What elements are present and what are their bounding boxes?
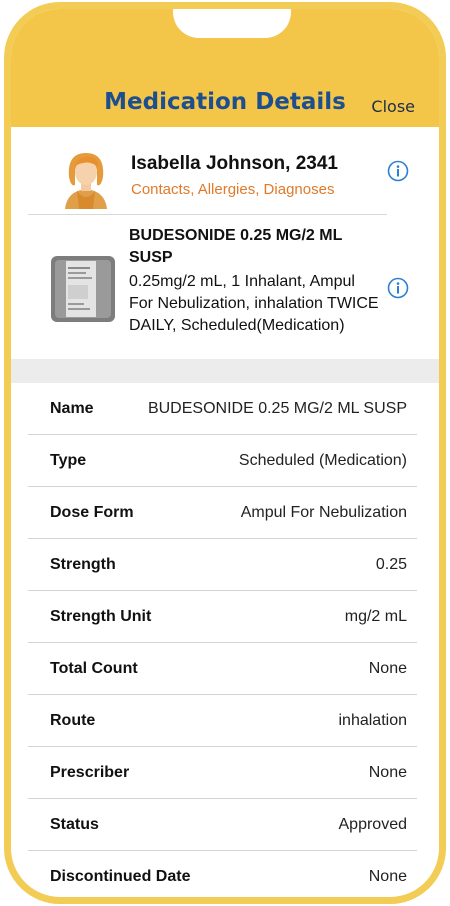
detail-row: Discontinued Date None <box>28 851 417 897</box>
detail-value: Scheduled (Medication) <box>238 451 407 469</box>
detail-label: Strength Unit <box>50 607 152 625</box>
medication-row[interactable]: BUDESONIDE 0.25 MG/2 ML SUSP 0.25mg/2 mL… <box>11 215 439 361</box>
patient-name: Isabella Johnson, 2341 <box>131 153 338 174</box>
details-list: Name BUDESONIDE 0.25 MG/2 ML SUSP Type Sche… <box>28 383 417 897</box>
detail-label: Type <box>50 451 87 469</box>
detail-row: Type Scheduled (Medication) <box>28 435 417 487</box>
detail-value: None <box>368 659 407 677</box>
phone-frame: Medication Details Close Isabella Johnso… <box>4 2 446 904</box>
close-button[interactable]: Close <box>371 97 415 116</box>
detail-value: inhalation <box>338 711 408 729</box>
patient-links[interactable]: Contacts, Allergies, Diagnoses <box>131 181 334 198</box>
detail-value: None <box>368 868 407 885</box>
detail-value: mg/2 mL <box>344 607 407 625</box>
detail-row: Strength 0.25 <box>28 539 417 591</box>
detail-row: Dose Form Ampul For Nebulization <box>28 487 417 539</box>
patient-info-icon[interactable] <box>387 160 409 182</box>
detail-value: BUDESONIDE 0.25 MG/2 ML SUSP <box>147 399 407 417</box>
detail-row: Prescriber None <box>28 747 417 799</box>
detail-value: Approved <box>338 815 408 833</box>
device-notch <box>173 9 291 38</box>
detail-value: 0.25 <box>375 555 407 573</box>
detail-label: Prescriber <box>50 763 130 781</box>
detail-row: Total Count None <box>28 643 417 695</box>
female-avatar-icon <box>65 153 107 209</box>
detail-label: Name <box>50 399 94 417</box>
detail-label: Status <box>50 815 99 833</box>
medication-title: BUDESONIDE 0.25 MG/2 ML SUSP <box>129 227 343 266</box>
detail-row: Name BUDESONIDE 0.25 MG/2 ML SUSP <box>28 383 417 435</box>
medication-description: 0.25mg/2 mL, 1 Inhalant, Ampul For Nebul… <box>129 273 379 334</box>
detail-row: Route inhalation <box>28 695 417 747</box>
medication-package-icon <box>51 256 115 322</box>
medication-info-icon[interactable] <box>387 277 409 299</box>
patient-row[interactable]: Isabella Johnson, 2341 Contacts, Allergi… <box>11 127 439 215</box>
detail-label: Discontinued Date <box>50 868 191 885</box>
detail-label: Dose Form <box>50 503 134 521</box>
detail-value: None <box>368 763 407 781</box>
detail-label: Strength <box>50 555 116 573</box>
section-separator <box>11 359 439 383</box>
detail-label: Total Count <box>50 659 138 677</box>
detail-value: Ampul For Nebulization <box>240 503 407 521</box>
detail-row: Strength Unit mg/2 mL <box>28 591 417 643</box>
detail-label: Route <box>50 711 96 729</box>
detail-row: Status Approved <box>28 799 417 851</box>
